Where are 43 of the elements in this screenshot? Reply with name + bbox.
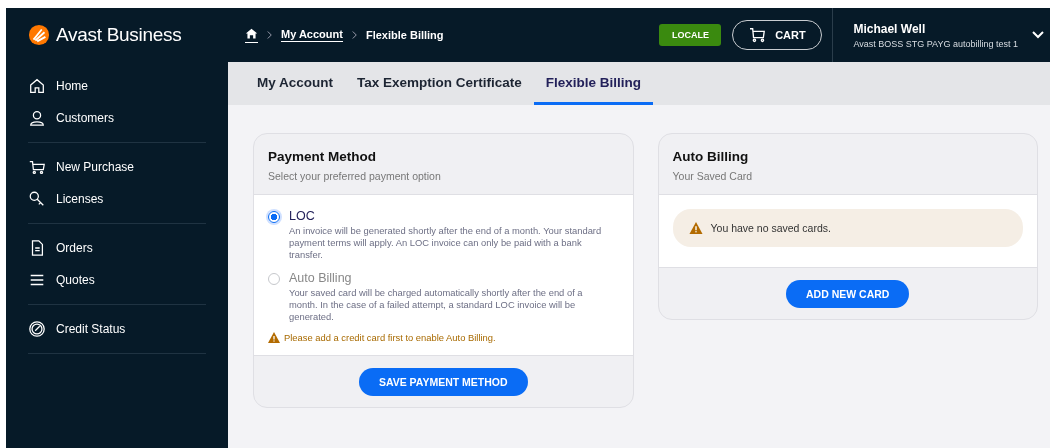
save-payment-method-button[interactable]: SAVE PAYMENT METHOD <box>358 367 528 396</box>
sidebar-item[interactable]: Customers <box>28 102 206 134</box>
document-icon <box>31 240 44 256</box>
sidebar-item[interactable]: Home <box>28 70 206 102</box>
account-name: Avast BOSS STG PAYG autobilling test 1 <box>853 38 1018 49</box>
menu-icon <box>30 274 44 286</box>
logo-icon <box>28 24 50 46</box>
home-icon <box>30 78 44 93</box>
key-icon <box>29 191 44 206</box>
sidebar-item[interactable]: New Purchase <box>28 151 206 183</box>
home-icon[interactable] <box>245 27 258 43</box>
brand-name: Avast Business <box>56 24 182 46</box>
breadcrumb-link[interactable]: My Account <box>281 28 343 42</box>
notice-text: You have no saved cards. <box>710 222 831 234</box>
warning-icon <box>268 332 280 344</box>
card-subtitle: Your Saved Card <box>672 170 754 182</box>
warning-icon <box>688 222 703 234</box>
locale-button[interactable]: LOCALE <box>659 24 722 46</box>
tab[interactable]: Tax Exemption Certificate <box>345 62 534 105</box>
user-name: Michael Well <box>853 21 927 36</box>
sidebar-item[interactable]: Quotes <box>28 264 206 296</box>
cart-icon <box>29 160 45 175</box>
card-title: Auto Billing <box>672 149 750 164</box>
cart-icon <box>749 27 768 43</box>
option-label: LOC <box>289 209 316 223</box>
radio-button[interactable] <box>268 211 280 223</box>
chevron-icon <box>350 30 358 40</box>
warning-text: Please add a credit card first to enable Auto Billing. <box>284 332 496 344</box>
sidebar-item[interactable]: Credit Status <box>28 313 206 345</box>
sidebar-item[interactable]: Orders <box>28 232 206 264</box>
option-description: An invoice will be generated shortly after the end of a month. Your standard payment terms will apply. An LOC invoice can only be paid with a bank transfer. <box>289 225 603 262</box>
person-icon <box>30 111 44 126</box>
add-new-card-button[interactable]: ADD NEW CARD <box>786 279 910 308</box>
tab[interactable]: My Account <box>245 62 345 105</box>
card-subtitle: Select your preferred payment option <box>268 170 442 182</box>
card-title: Payment Method <box>268 149 377 164</box>
chevron-down-icon[interactable] <box>1032 31 1044 39</box>
breadcrumb-link[interactable]: Flexible Billing <box>365 29 444 41</box>
option-label: Auto Billing <box>289 270 353 285</box>
option-description: Your saved card will be charged automatically shortly after the end of a month. In the case of a failed attempt, a standard LOC invoice will be generated. <box>289 286 584 324</box>
sidebar-item[interactable]: Licenses <box>28 183 206 215</box>
chevron-icon <box>266 30 273 40</box>
gauge-icon <box>29 321 45 337</box>
